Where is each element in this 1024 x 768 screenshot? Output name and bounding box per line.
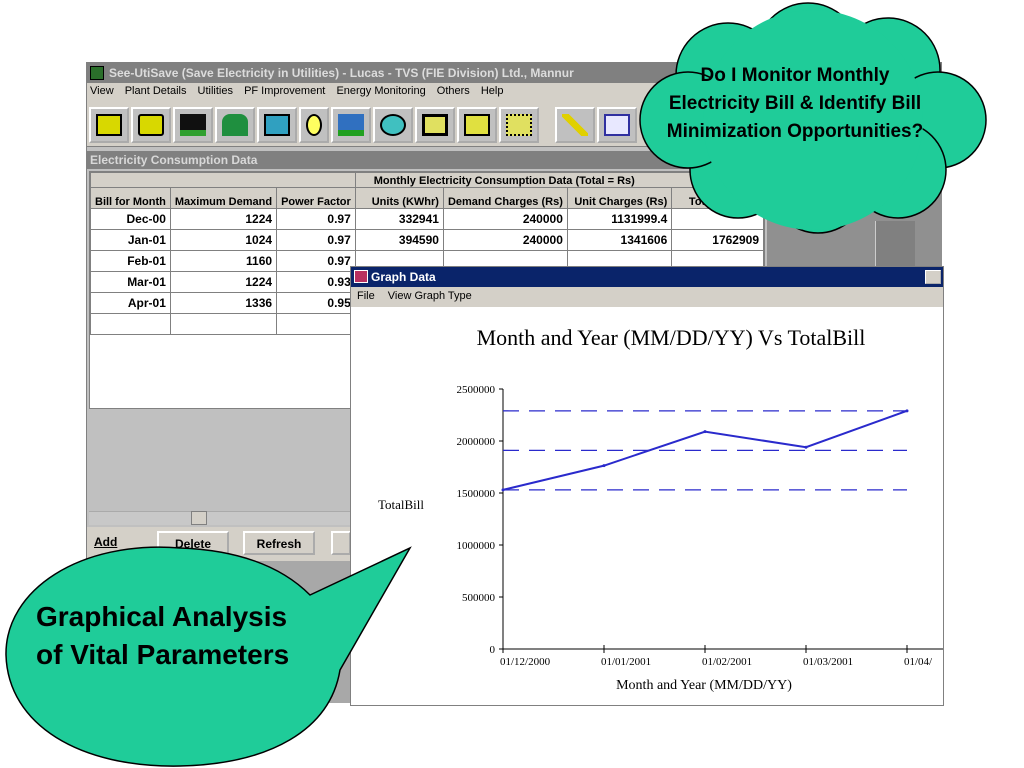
y-tick-label: 500000 [462,592,496,604]
y-tick-label: 1000000 [457,540,496,552]
data-point [905,409,909,413]
cell[interactable]: 1024 [169,229,278,251]
menu-help[interactable]: Help [478,83,509,97]
col-max-demand[interactable]: Maximum Demand [169,187,278,209]
cell[interactable]: 240000 [442,229,568,251]
close-icon[interactable] [925,270,941,284]
x-tick-label: 01/01/2001 [601,656,651,668]
x-tick-label: 01/02/2001 [702,656,752,668]
data-point [804,445,808,449]
pf-panel-icon[interactable] [457,107,497,143]
cell[interactable]: 0.97 [276,250,356,272]
y-axis-label: TotalBill [378,497,424,512]
cell[interactable]: 1160 [169,250,278,272]
graph-window: Graph Data File View Graph Type Month an… [350,266,944,706]
tools-icon[interactable] [555,107,595,143]
cell[interactable]: 240000 [442,208,568,230]
graph-titlebar: Graph Data [351,267,943,287]
menu-energy-monitoring[interactable]: Energy Monitoring [333,83,430,97]
x-tick-label: 01/03/2001 [803,656,853,668]
circuit-icon[interactable] [499,107,539,143]
col-bill-month[interactable]: Bill for Month [90,187,171,209]
col-units[interactable]: Units (KWhr) [354,187,444,209]
x-tick-label: 01/12/2000 [500,656,551,668]
line-chart: Month and Year (MM/DD/YY) Vs TotalBill T… [378,325,943,693]
transformer-icon[interactable] [89,107,129,143]
cell[interactable]: 0.95 [276,292,356,314]
cell[interactable]: 0.93 [276,271,356,293]
menu-view-graph-type[interactable]: View Graph Type [388,290,472,302]
pump-icon[interactable] [173,107,213,143]
cooling-tower-icon[interactable] [215,107,255,143]
menu-utilities[interactable]: Utilities [195,83,238,97]
menu-others[interactable]: Others [434,83,475,97]
reference-lines [503,410,907,491]
scrollbar-thumb[interactable] [191,511,207,525]
col-power-factor[interactable]: Power Factor [276,187,356,209]
fan-icon[interactable] [373,107,413,143]
chart-axes: 0 500000 1000000 1500000 2000000 2500000 01/12… [457,384,943,668]
graph-window-title: Graph Data [371,270,436,284]
cell[interactable]: Feb-01 [90,250,171,272]
x-tick-label: 01/04/ [904,656,933,668]
col-demand-charges[interactable]: Demand Charges (Rs) [442,187,568,209]
table-spacer-header [90,172,356,188]
menu-file[interactable]: File [357,290,375,302]
lightbulb-icon[interactable] [299,107,329,143]
app-icon [90,66,104,80]
data-point [501,488,505,492]
cell[interactable]: Jan-01 [90,229,171,251]
cell[interactable]: 0.97 [276,208,356,230]
cell[interactable]: 1224 [169,271,278,293]
y-tick-label: 2000000 [457,436,496,448]
x-axis-label: Month and Year (MM/DD/YY) [616,678,792,693]
cell[interactable]: 1224 [169,208,278,230]
y-tick-label: 1500000 [457,488,496,500]
data-point [703,430,707,434]
data-point [602,464,606,468]
chart-title: Month and Year (MM/DD/YY) Vs TotalBill [477,325,866,350]
cell[interactable]: Mar-01 [90,271,171,293]
cell[interactable]: 1336 [169,292,278,314]
compressor-icon[interactable] [257,107,297,143]
menu-pf-improvement[interactable]: PF Improvement [241,83,330,97]
cell[interactable]: Apr-01 [90,292,171,314]
cell[interactable]: 332941 [354,208,444,230]
y-tick-label: 0 [490,644,496,656]
cell[interactable]: 394590 [354,229,444,251]
cell[interactable]: Dec-00 [90,208,171,230]
display-icon[interactable] [415,107,455,143]
window-title: See-UtiSave (Save Electricity in Utiliti… [109,66,574,80]
menu-view[interactable]: View [87,83,119,97]
chart-icon [354,270,368,283]
meter-icon[interactable] [131,107,171,143]
cell[interactable]: 0.97 [276,229,356,251]
menu-plant-details[interactable]: Plant Details [122,83,192,97]
graph-menu-bar: File View Graph Type [351,287,943,307]
bubble-callout-text: Graphical Analysis of Vital Parameters [36,601,290,670]
plant-icon[interactable] [331,107,371,143]
cloud-callout-text: Do I Monitor Monthly Electricity Bill & … [666,65,924,142]
y-tick-label: 2500000 [457,384,496,396]
